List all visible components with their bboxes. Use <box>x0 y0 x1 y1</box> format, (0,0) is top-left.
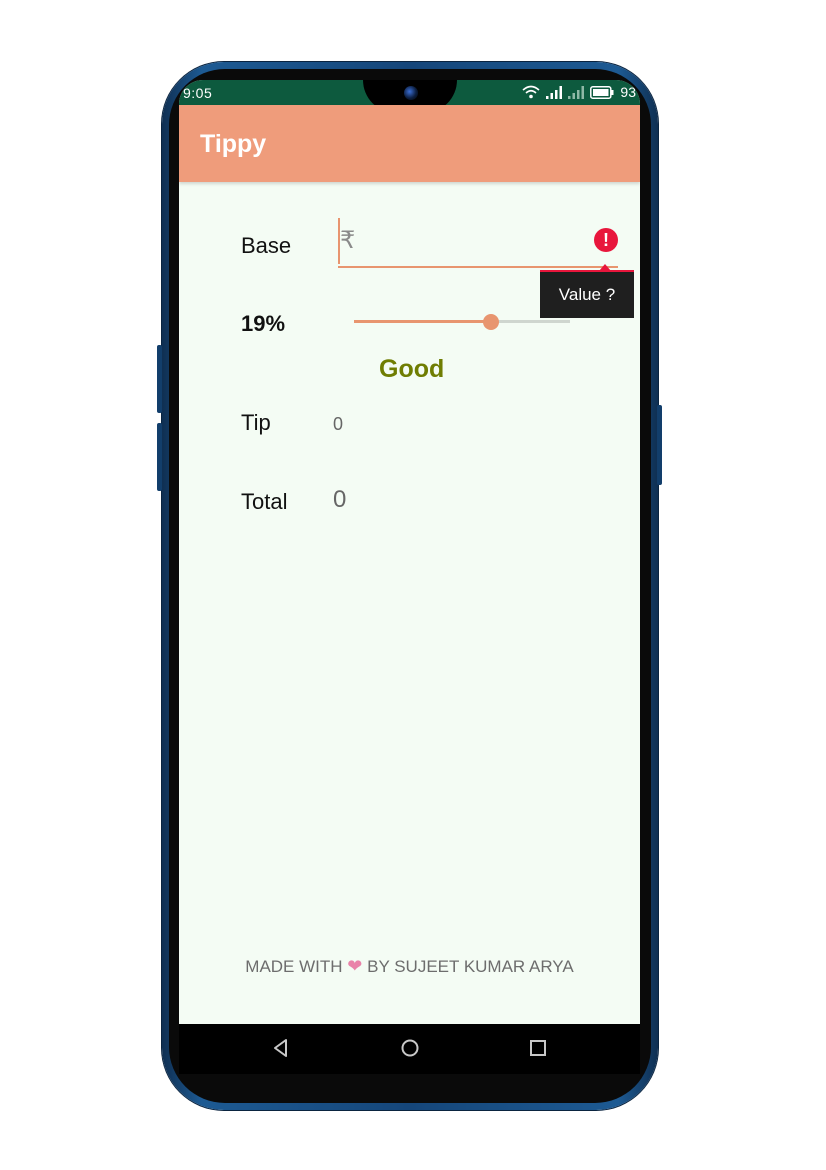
footer-prefix: MADE WITH <box>245 957 343 976</box>
total-amount: 0 <box>333 486 347 513</box>
slider-thumb[interactable] <box>483 314 499 330</box>
recent-apps-icon[interactable] <box>528 1037 548 1059</box>
wifi-icon <box>522 85 540 99</box>
heart-icon: ❤ <box>347 956 363 976</box>
battery-icon <box>590 85 614 99</box>
power-button <box>657 405 662 485</box>
signal-icon <box>568 86 585 99</box>
volume-up-button <box>157 345 162 413</box>
app-screen: 9:05 93 Tippy Base ₹ ! Value ? 19% Good … <box>179 80 640 1024</box>
tip-percent-label: 19% <box>241 311 286 336</box>
battery-percent: 93 <box>620 84 636 100</box>
rupee-hint: ₹ <box>340 227 356 254</box>
app-title: Tippy <box>200 130 267 158</box>
front-camera <box>404 86 418 100</box>
input-underline <box>338 266 618 268</box>
home-icon[interactable] <box>399 1037 421 1059</box>
status-icons: 93 <box>522 84 636 100</box>
total-label: Total <box>241 489 288 514</box>
base-amount-input[interactable]: ₹ ! <box>338 218 618 268</box>
volume-down-button <box>157 423 162 491</box>
footer-credit: MADE WITH ❤ BY SUJEET KUMAR ARYA <box>179 956 640 977</box>
base-label: Base <box>241 233 292 258</box>
back-icon[interactable] <box>271 1037 291 1059</box>
tip-rating-label: Good <box>379 355 445 383</box>
tip-amount: 0 <box>333 414 344 434</box>
app-bar: Tippy <box>179 105 640 182</box>
tip-percent-slider[interactable] <box>354 312 570 332</box>
error-icon[interactable]: ! <box>594 228 618 252</box>
signal-icon <box>546 86 563 99</box>
status-time: 9:05 <box>183 85 213 101</box>
footer-suffix: BY SUJEET KUMAR ARYA <box>367 957 574 976</box>
slider-fill <box>354 320 491 323</box>
tip-label: Tip <box>241 410 271 435</box>
system-nav-bar <box>179 1024 640 1074</box>
